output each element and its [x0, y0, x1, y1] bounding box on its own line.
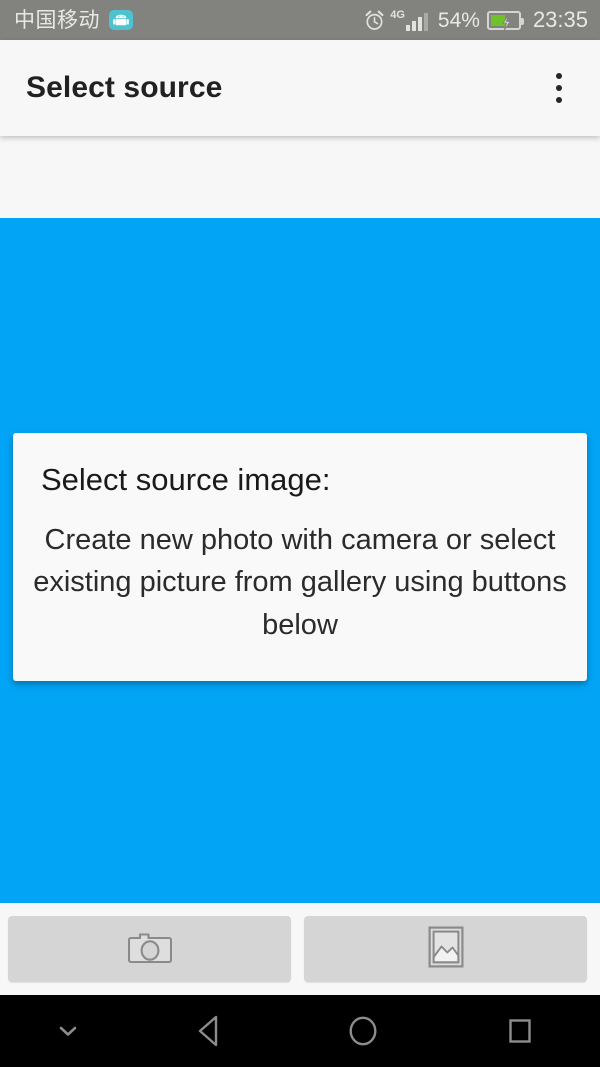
signal-bar-2 [411, 21, 416, 31]
signal-bar-1 [405, 25, 410, 31]
android-robot-icon [109, 10, 133, 30]
app-bar: Select source [0, 40, 600, 136]
recents-square-icon[interactable] [440, 995, 600, 1067]
overflow-dot-3 [556, 97, 562, 103]
battery-percent-label: 54% [437, 8, 480, 32]
gallery-button[interactable] [304, 916, 587, 982]
card-body-text: Create new photo with camera or select e… [33, 524, 567, 641]
image-gallery-icon [428, 926, 464, 973]
card-heading: Select source image: [41, 462, 331, 497]
battery-charging-icon [486, 10, 524, 30]
back-triangle-icon[interactable] [135, 995, 285, 1067]
navigation-bar [0, 995, 600, 1067]
source-button-bar [0, 903, 600, 995]
content-top-gap [0, 136, 600, 218]
network-type-label: 4G [390, 9, 405, 21]
overflow-menu-icon[interactable] [536, 58, 582, 118]
overflow-dot-1 [556, 73, 562, 79]
info-card: Select source image: Create new photo wi… [13, 433, 587, 681]
page-title: Select source [26, 71, 223, 104]
chevron-down-icon[interactable] [0, 995, 135, 1067]
signal-bar-4 [423, 13, 428, 31]
camera-icon [127, 929, 172, 970]
status-bar: 中国移动 4G 54% 23:35 [0, 0, 600, 40]
carrier-label: 中国移动 [14, 8, 100, 32]
signal-bar-3 [417, 17, 422, 31]
home-circle-icon[interactable] [285, 995, 440, 1067]
phone-screen: 中国移动 4G 54% 23:35 Select source Select s… [0, 0, 600, 1067]
alarm-clock-icon [364, 10, 385, 31]
signal-bars-icon: 4G [390, 9, 428, 31]
camera-button[interactable] [8, 916, 291, 982]
clock-label: 23:35 [532, 7, 588, 32]
overflow-dot-2 [556, 85, 562, 91]
